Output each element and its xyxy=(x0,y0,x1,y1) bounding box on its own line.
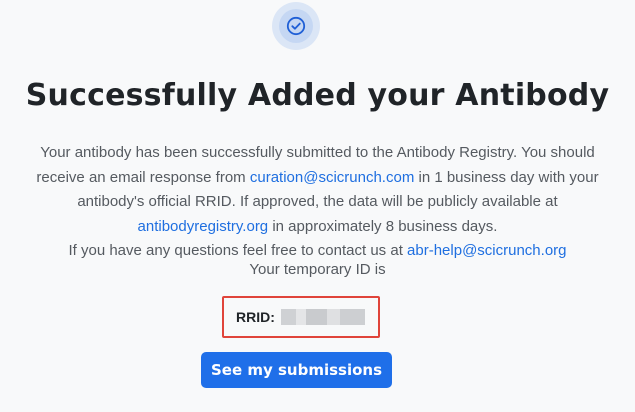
curation-email-link[interactable]: curation@scicrunch.com xyxy=(250,169,414,186)
rrid-box: RRID: xyxy=(222,296,380,338)
check-circle-icon xyxy=(286,16,306,36)
rrid-label: RRID: xyxy=(236,309,275,325)
rrid-value-redacted xyxy=(280,309,365,325)
help-email-link[interactable]: abr-help@scicrunch.org xyxy=(407,242,566,259)
success-icon-badge xyxy=(272,2,320,50)
see-my-submissions-button[interactable]: See my submissions xyxy=(201,352,392,388)
page-title: Successfully Added your Antibody xyxy=(25,78,610,113)
temporary-id-label: Your temporary ID is xyxy=(249,261,386,278)
message-text: If you have any questions feel free to c… xyxy=(68,242,408,259)
success-message: Your antibody has been successfully subm… xyxy=(18,141,617,264)
message-text: in approximately 8 business days. xyxy=(268,217,498,235)
success-icon-inner xyxy=(279,9,313,43)
antibody-registry-link[interactable]: antibodyregistry.org xyxy=(138,218,269,235)
